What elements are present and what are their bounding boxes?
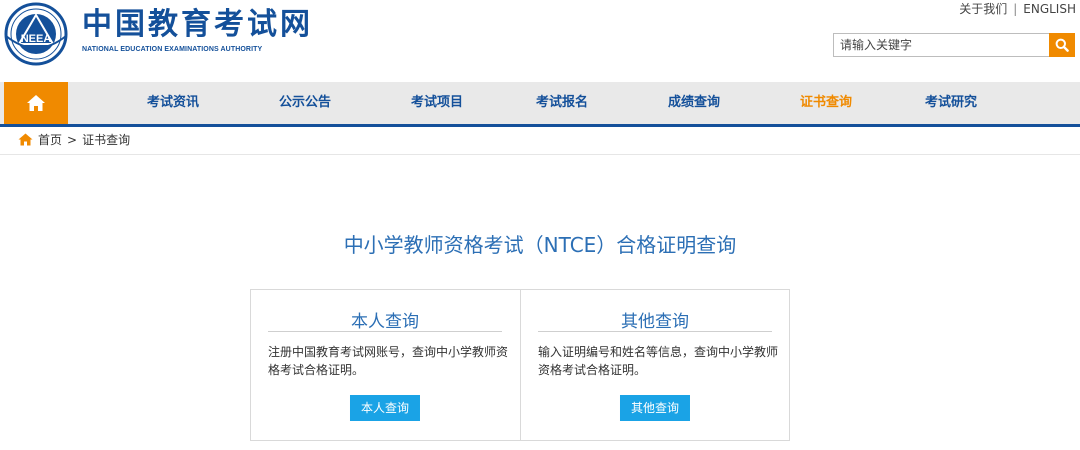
brand-name-cn: 中国教育考试网 (82, 7, 313, 42)
brand[interactable]: 中国教育考试网 NATIONAL EDUCATION EXAMINATIONS … (82, 7, 313, 54)
nav-item-announcements[interactable]: 公示公告 (279, 82, 331, 124)
nav-home-button[interactable] (4, 82, 68, 124)
card-divider (268, 331, 502, 332)
breadcrumb-current: 证书查询 (82, 133, 131, 147)
search-button[interactable] (1049, 33, 1075, 57)
nav-item-certificates[interactable]: 证书查询 (800, 82, 852, 124)
nav-item-exams[interactable]: 考试项目 (411, 82, 463, 124)
nav-item-research[interactable]: 考试研究 (925, 82, 977, 124)
search-input[interactable] (833, 33, 1051, 57)
breadcrumb-separator: > (67, 132, 78, 147)
main-nav: 考试资讯 公示公告 考试项目 考试报名 成绩查询 证书查询 考试研究 (0, 82, 1080, 127)
other-query-button[interactable]: 其他查询 (619, 395, 691, 421)
self-query-card: 本人查询 注册中国教育考试网账号，查询中小学教师资格考试合格证明。 本人查询 (251, 290, 519, 440)
search-box (833, 33, 1075, 57)
self-query-description: 注册中国教育考试网账号，查询中小学教师资格考试合格证明。 (268, 345, 509, 377)
search-icon (1055, 38, 1069, 52)
top-links-separator: | (1013, 2, 1018, 16)
other-query-description: 输入证明编号和姓名等信息，查询中小学教师资格考试合格证明。 (538, 345, 779, 377)
nav-item-scores[interactable]: 成绩查询 (668, 82, 720, 124)
top-links: 关于我们 | ENGLISH (959, 0, 1076, 17)
breadcrumb-home-link[interactable]: 首页 (38, 131, 62, 148)
home-icon (27, 95, 45, 111)
breadcrumb-home-icon (18, 133, 33, 146)
page-title: 中小学教师资格考试（NTCE）合格证明查询 (343, 233, 737, 257)
logo-text: NEEA (21, 33, 52, 45)
breadcrumb-divider (0, 154, 1080, 155)
brand-name-en: NATIONAL EDUCATION EXAMINATIONS AUTHORIT… (82, 46, 263, 53)
self-query-title: 本人查询 (351, 312, 419, 332)
english-link[interactable]: ENGLISH (1023, 2, 1076, 16)
other-query-card: 其他查询 输入证明编号和姓名等信息，查询中小学教师资格考试合格证明。 其他查询 (520, 290, 789, 440)
card-divider (538, 331, 772, 332)
nav-item-registration[interactable]: 考试报名 (536, 82, 588, 124)
query-cards: 本人查询 注册中国教育考试网账号，查询中小学教师资格考试合格证明。 本人查询 其… (250, 289, 790, 441)
self-query-button[interactable]: 本人查询 (349, 395, 421, 421)
other-query-title: 其他查询 (621, 312, 689, 332)
neea-logo[interactable]: NEEA (4, 2, 68, 66)
nav-item-news[interactable]: 考试资讯 (147, 82, 199, 124)
breadcrumb: 首页 > 证书查询 (18, 131, 130, 148)
about-us-link[interactable]: 关于我们 (959, 2, 1007, 16)
